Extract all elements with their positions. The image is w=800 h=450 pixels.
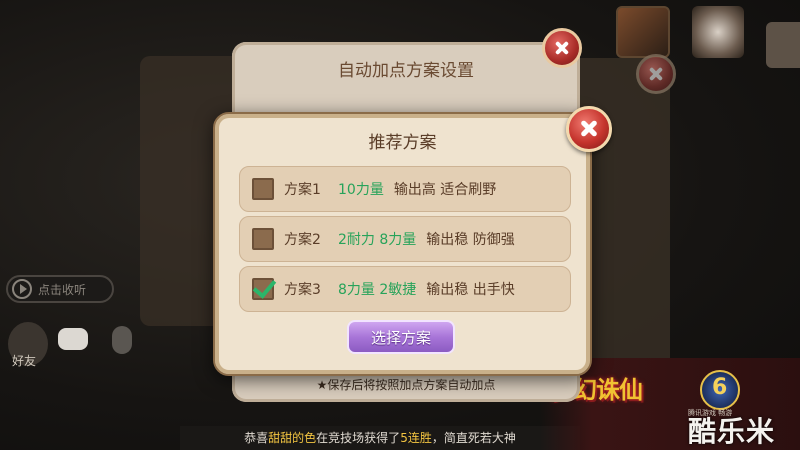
chat-icon[interactable] [58,328,88,350]
site-watermark: 酷乐米 [688,415,776,448]
scheme-stats: 2耐力 8力量 [338,232,417,248]
checkbox-icon[interactable] [252,178,274,200]
scheme-description: 输出稳 防御强 [426,232,515,248]
play-icon [12,279,32,299]
scheme-description: 输出高 适合刷野 [393,182,497,198]
checkbox-icon[interactable] [252,228,274,250]
system-broadcast: 恭喜甜甜的色在竞技场获得了5连胜，简直死若大神 [180,426,580,450]
voice-play-label: 点击收听 [38,282,87,297]
select-scheme-button[interactable]: 选择方案 [347,320,455,354]
scheme-stats: 10力量 [338,182,384,198]
banner-player: 甜甜的色 [268,431,317,445]
recommended-schemes-dialog: 推荐方案 方案1 10力量 输出高 适合刷野 方案2 2耐力 8力量 输出稳 防… [213,112,592,376]
microphone-icon[interactable] [112,326,132,354]
close-icon[interactable] [542,28,582,68]
outer-dialog-footer-note: ★保存后将按照加点方案自动加点 [316,378,496,392]
scheme-description: 输出稳 出手快 [426,282,515,298]
banner-prefix: 恭喜 [244,431,269,445]
scheme-name: 方案3 [284,282,321,298]
banner-suffix: ，简直死若大神 [431,431,516,445]
friend-label: 好友 [12,354,37,368]
close-icon[interactable] [566,106,612,152]
scheme-row-2[interactable]: 方案2 2耐力 8力量 输出稳 防御强 [239,216,571,262]
close-icon[interactable] [636,54,676,94]
voice-play-button[interactable]: 点击收听 [6,275,114,303]
scheme-row-3[interactable]: 方案3 8力量 2敏捷 输出稳 出手快 [239,266,571,312]
outer-dialog-title: 自动加点方案设置 [338,61,474,81]
scheme-stats: 8力量 2敏捷 [338,282,417,298]
pet-portrait[interactable] [692,6,744,58]
dialog-title: 推荐方案 [368,133,437,153]
banner-middle: 在竞技场获得了 [316,431,401,445]
publisher-logo-icon [700,370,740,410]
checkmark-icon[interactable] [252,278,274,300]
banner-streak: 5连胜 [400,431,432,445]
scheme-row-1[interactable]: 方案1 10力量 输出高 适合刷野 [239,166,571,212]
player-portrait[interactable] [616,6,670,58]
scheme-name: 方案2 [284,232,321,248]
scheme-name: 方案1 [284,182,321,198]
side-tab[interactable] [766,22,800,68]
